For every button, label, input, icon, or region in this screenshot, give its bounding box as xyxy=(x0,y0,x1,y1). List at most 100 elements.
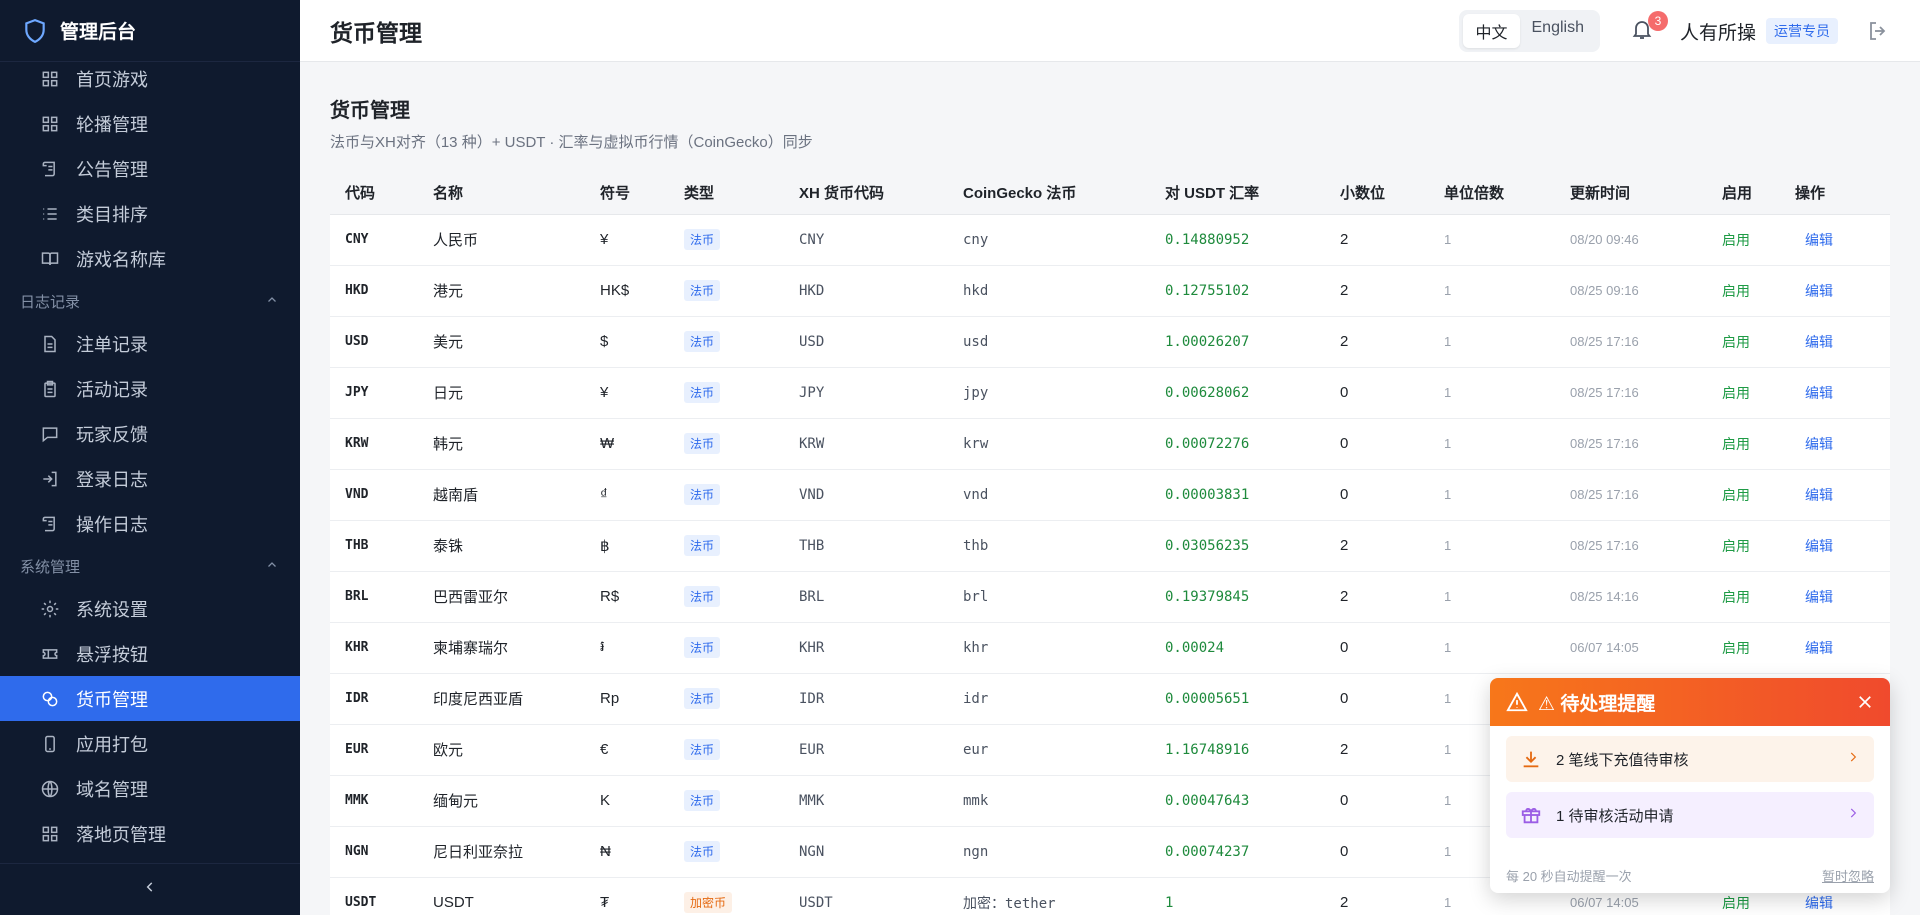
logout-icon[interactable] xyxy=(1866,19,1890,43)
cell-code: USD xyxy=(330,316,418,368)
cell-name: 美元 xyxy=(418,316,585,368)
close-icon[interactable] xyxy=(1856,693,1874,711)
sidebar-nav: 首页游戏 轮播管理 公告管理 类目排序 游戏名称库 日志记录 注单记录 活动记录 玩家反馈 登录日… xyxy=(0,56,300,856)
cell-enabled[interactable]: 启用 xyxy=(1707,316,1780,368)
edit-link[interactable]: 编辑 xyxy=(1780,316,1890,368)
cell-enabled[interactable]: 启用 xyxy=(1707,520,1780,572)
cell-name: 巴西雷亚尔 xyxy=(418,571,585,623)
sidebar: 管理后台 首页游戏 轮播管理 公告管理 类目排序 游戏名称库 日志记录 注单记录 活动记录 玩家… xyxy=(0,0,300,915)
cell-name: 欧元 xyxy=(418,724,585,776)
cell-name: 人民币 xyxy=(418,214,585,266)
edit-link[interactable]: 编辑 xyxy=(1780,214,1890,266)
cell-decimals: 2 xyxy=(1325,724,1429,776)
sidebar-item-items_logs-0[interactable]: 注单记录 xyxy=(0,321,300,366)
cell-updated: 08/25 09:16 xyxy=(1555,265,1707,317)
cell-coingecko: cny xyxy=(948,214,1150,266)
table-row: CNY 人民币 ¥ 法币 CNY cny 0.14880952 2 1 08/20 09:46 启用… xyxy=(330,214,1890,266)
sidebar-item-items_top-2[interactable]: 公告管理 xyxy=(0,146,300,191)
sidebar-item-items_system-3[interactable]: 应用打包 xyxy=(0,721,300,766)
edit-link[interactable]: 编辑 xyxy=(1780,265,1890,317)
username[interactable]: 人有所操 xyxy=(1680,18,1756,45)
cell-code: EUR xyxy=(330,724,418,776)
sidebar-item-items_logs-2[interactable]: 玩家反馈 xyxy=(0,411,300,456)
sidebar-item-items_logs-4[interactable]: 操作日志 xyxy=(0,501,300,546)
ticket-icon xyxy=(40,644,60,664)
sidebar-item-items_system-5[interactable]: 落地页管理 xyxy=(0,811,300,856)
cell-symbol: ¥ xyxy=(585,214,669,266)
cell-coingecko: vnd xyxy=(948,469,1150,521)
cell-usdt-rate: 0.00047643 xyxy=(1150,775,1325,827)
cell-usdt-rate: 0.00024 xyxy=(1150,622,1325,674)
cell-decimals: 0 xyxy=(1325,622,1429,674)
snooze-link[interactable]: 暂时忽略 xyxy=(1822,866,1874,885)
lang-zh-button[interactable]: 中文 xyxy=(1463,14,1520,48)
sidebar-item-label: 操作日志 xyxy=(76,514,148,535)
column-header: XH 货币代码 xyxy=(784,172,948,215)
edit-link[interactable]: 编辑 xyxy=(1780,622,1890,674)
cell-name: USDT xyxy=(418,877,585,915)
cell-decimals: 2 xyxy=(1325,214,1429,266)
sidebar-item-items_top-3[interactable]: 类目排序 xyxy=(0,191,300,236)
sidebar-item-items_system-4[interactable]: 域名管理 xyxy=(0,766,300,811)
table-row: USD 美元 $ 法币 USD usd 1.00026207 2 1 08/25 17:16 启用编… xyxy=(330,316,1890,368)
cell-multiplier: 1 xyxy=(1429,469,1555,521)
edit-link[interactable]: 编辑 xyxy=(1780,571,1890,623)
edit-link[interactable]: 编辑 xyxy=(1780,469,1890,521)
edit-link[interactable]: 编辑 xyxy=(1780,418,1890,470)
edit-link[interactable]: 编辑 xyxy=(1780,367,1890,419)
cell-xh-code: IDR xyxy=(784,673,948,725)
cell-decimals: 0 xyxy=(1325,367,1429,419)
cell-enabled[interactable]: 启用 xyxy=(1707,418,1780,470)
type-tag: 法币 xyxy=(684,637,721,658)
cell-name: 日元 xyxy=(418,367,585,419)
sidebar-item-items_top-1[interactable]: 轮播管理 xyxy=(0,101,300,146)
type-tag: 加密币 xyxy=(684,892,733,913)
popup-item-offline-recharge[interactable]: 2 笔线下充值待审核 xyxy=(1506,736,1874,782)
edit-link[interactable]: 编辑 xyxy=(1780,520,1890,572)
cell-xh-code: USD xyxy=(784,316,948,368)
sidebar-item-label: 域名管理 xyxy=(76,779,148,800)
cell-name: 港元 xyxy=(418,265,585,317)
sidebar-item-items_system-2[interactable]: 货币管理 xyxy=(0,676,300,721)
popup-item-activity-request[interactable]: 1 待审核活动申请 xyxy=(1506,792,1874,838)
sidebar-item-items_system-0[interactable]: 系统设置 xyxy=(0,586,300,631)
lang-en-button[interactable]: English xyxy=(1520,14,1596,48)
cell-enabled[interactable]: 启用 xyxy=(1707,214,1780,266)
cell-enabled[interactable]: 启用 xyxy=(1707,622,1780,674)
popup-footer-note: 每 20 秒自动提醒一次 xyxy=(1506,869,1632,884)
cell-type: 法币 xyxy=(669,520,784,572)
column-header: 更新时间 xyxy=(1555,172,1707,215)
cell-type: 加密币 xyxy=(669,877,784,915)
phone-icon xyxy=(40,734,60,754)
cell-enabled[interactable]: 启用 xyxy=(1707,469,1780,521)
cell-enabled[interactable]: 启用 xyxy=(1707,367,1780,419)
scroll-icon xyxy=(40,514,60,534)
cell-usdt-rate: 0.12755102 xyxy=(1150,265,1325,317)
nav-section-system[interactable]: 系统管理 xyxy=(0,546,300,586)
brand[interactable]: 管理后台 xyxy=(0,0,300,62)
notification-button[interactable]: 3 xyxy=(1628,11,1668,45)
cell-coingecko: brl xyxy=(948,571,1150,623)
sidebar-collapse-button[interactable] xyxy=(0,863,300,915)
cell-multiplier: 1 xyxy=(1429,520,1555,572)
type-tag: 法币 xyxy=(684,484,721,505)
sidebar-item-items_logs-3[interactable]: 登录日志 xyxy=(0,456,300,501)
cell-coingecko: ngn xyxy=(948,826,1150,878)
download-icon xyxy=(1520,748,1542,770)
nav-section-logs[interactable]: 日志记录 xyxy=(0,281,300,321)
sidebar-item-items_system-1[interactable]: 悬浮按钮 xyxy=(0,631,300,676)
cell-enabled[interactable]: 启用 xyxy=(1707,265,1780,317)
cell-symbol: Rp xyxy=(585,673,669,725)
cell-symbol: ¥ xyxy=(585,367,669,419)
sidebar-item-items_logs-1[interactable]: 活动记录 xyxy=(0,366,300,411)
cell-usdt-rate: 0.03056235 xyxy=(1150,520,1325,572)
popup-title-text: 待处理提醒 xyxy=(1560,693,1656,715)
sidebar-item-items_top-4[interactable]: 游戏名称库 xyxy=(0,236,300,281)
sidebar-item-label: 应用打包 xyxy=(76,734,148,755)
type-tag: 法币 xyxy=(684,382,721,403)
cell-xh-code: NGN xyxy=(784,826,948,878)
cell-multiplier: 1 xyxy=(1429,367,1555,419)
cell-code: KHR xyxy=(330,622,418,674)
cell-enabled[interactable]: 启用 xyxy=(1707,571,1780,623)
sidebar-item-items_top-0[interactable]: 首页游戏 xyxy=(0,56,300,101)
